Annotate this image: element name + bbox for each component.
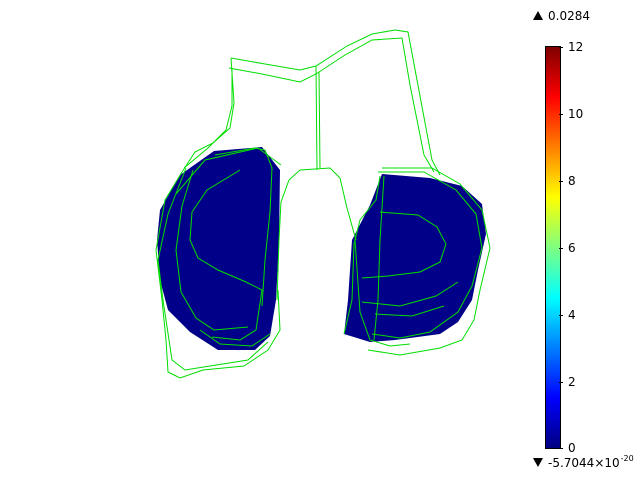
min-value-marker: -5.7044×10-20	[533, 454, 634, 472]
colorbar-tick-label: 0	[568, 441, 576, 455]
colorbar-tick	[559, 382, 563, 383]
max-value-marker: 0.0284	[533, 9, 590, 23]
colorbar-tick	[559, 114, 563, 115]
colorbar-tick	[559, 315, 563, 316]
left-lobe-surface	[157, 147, 280, 350]
colorbar-tick	[559, 448, 563, 449]
triangle-up-icon	[533, 11, 543, 20]
min-value-exponent: -20	[620, 454, 634, 463]
colorbar-tick-label: 2	[568, 375, 576, 389]
colorbar-tick-label: 6	[568, 241, 576, 255]
right-lobe-surface	[344, 174, 486, 342]
min-value-mantissa: -5.7044×10	[548, 456, 620, 470]
triangle-down-icon	[533, 458, 543, 467]
plot-area	[155, 29, 491, 379]
colorbar-tick	[559, 47, 563, 48]
colorbar-tick-label: 12	[568, 40, 584, 54]
max-value-label: 0.0284	[548, 9, 590, 23]
colorbar-tick	[559, 181, 563, 182]
colorbar-tick	[559, 248, 563, 249]
colorbar-tick-label: 10	[568, 107, 584, 121]
colorbar-tick-label: 4	[568, 308, 576, 322]
colorbar-tick-label: 8	[568, 174, 576, 188]
